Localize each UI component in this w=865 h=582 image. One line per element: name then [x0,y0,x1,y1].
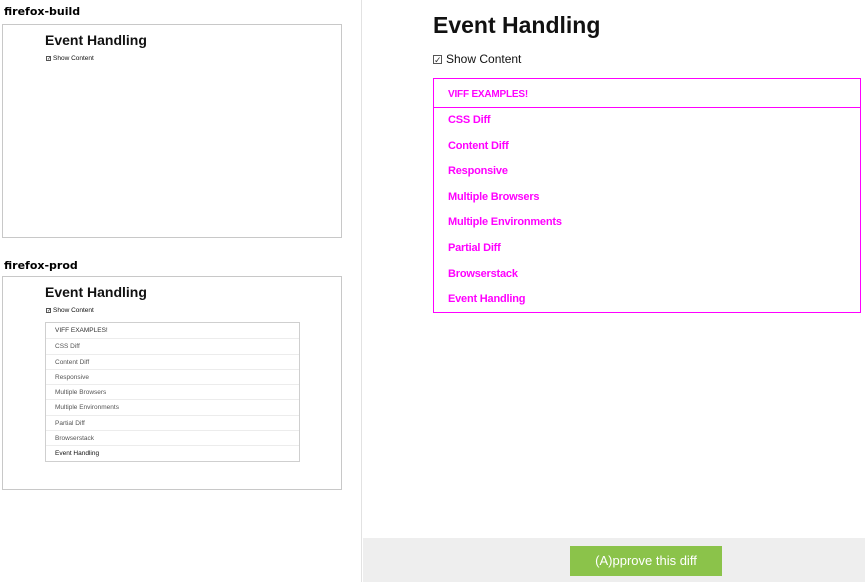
list-item: Multiple Browsers [448,190,540,203]
list-item: CSS Diff [46,338,299,353]
thumbnail-prod[interactable]: Event Handling ✓ Show Content VIFF EXAMP… [2,276,342,490]
checkbox-icon: ✓ [46,308,52,314]
list-item: Partial Diff [448,241,501,254]
approve-diff-button[interactable]: (A)pprove this diff [570,546,722,576]
list-item: Event Handling [448,293,526,306]
checkbox-label: Show Content [446,52,522,66]
thumb-show-content: ✓ Show Content [46,55,94,62]
list-item: Multiple Environments [448,216,562,229]
thumb-checkbox-label: Show Content [53,307,94,314]
thumb-examples-list: VIFF EXAMPLES! CSS Diff Content Diff Res… [45,322,300,462]
checkbox-icon: ✓ [433,54,442,65]
list-item: Content Diff [46,353,299,369]
thumbnail-build[interactable]: Event Handling ✓ Show Content [2,24,342,238]
thumb-page-title: Event Handling [45,284,147,300]
thumb-page-title: Event Handling [45,32,147,48]
list-item: Responsive [46,368,299,384]
list-header: VIFF EXAMPLES! [434,79,860,108]
page-title: Event Handling [433,12,601,38]
checkbox-icon: ✓ [46,56,52,62]
list-header: VIFF EXAMPLES! [55,327,108,334]
list-item: Partial Diff [46,414,299,430]
environment-thumbnails-panel: firefox-build Event Handling ✓ Show Cont… [0,0,362,582]
show-content-checkbox-row: ✓ Show Content [433,52,521,66]
action-bar: (A)pprove this diff [363,538,865,582]
env-label-build: firefox-build [4,5,81,18]
viff-diff-viewer: firefox-build Event Handling ✓ Show Cont… [0,0,865,582]
list-item: Event Handling [46,445,299,460]
list-item: Multiple Browsers [46,384,299,399]
list-item: Browserstack [46,430,299,445]
list-item: Browserstack [448,267,518,280]
list-item: Multiple Environments [46,399,299,414]
list-item: Responsive [448,165,508,178]
env-label-prod: firefox-prod [4,259,78,272]
list-item: CSS Diff [448,114,491,126]
list-item: Content Diff [448,139,509,152]
thumb-checkbox-label: Show Content [53,55,94,62]
diff-panel: Event Handling ✓ Show Content VIFF EXAMP… [363,0,865,582]
thumb-show-content: ✓ Show Content [46,307,94,314]
diff-highlighted-list: VIFF EXAMPLES! CSS Diff Content Diff Res… [433,78,861,313]
